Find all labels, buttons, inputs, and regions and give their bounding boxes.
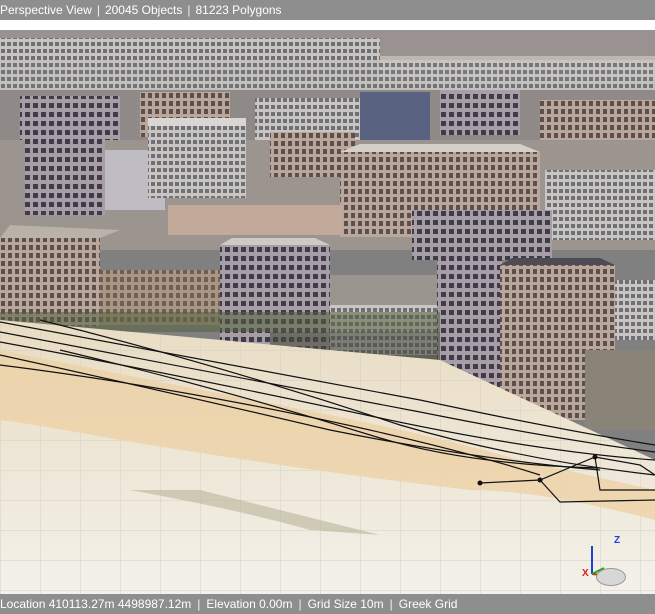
separator: | [187,3,191,17]
compass-icon[interactable] [596,568,626,586]
building-far [0,38,380,60]
separator: | [197,597,201,611]
building [360,92,430,142]
elevation-readout: Elevation 0.00m [206,597,293,611]
z-axis-label: Z [614,535,621,546]
separator: | [96,3,100,17]
building [545,170,655,240]
grid-type-readout[interactable]: Greek Grid [399,594,458,614]
viewport-header: Perspective View | 20045 Objects | 81223 Pol… [0,0,655,20]
roof [340,144,540,152]
location-readout: Location 410113.27m 4498987.12m [0,597,192,611]
roof-flat [168,205,343,235]
view-name-label[interactable]: Perspective View [0,0,92,20]
x-axis-label: X [582,568,589,579]
building [615,280,655,340]
building-white [148,123,246,198]
separator: | [389,597,393,611]
scene-canvas[interactable] [0,20,655,594]
object-count-label: 20045 Objects [104,3,183,17]
polygon-count-label: 81223 Polygons [195,3,282,17]
separator: | [298,597,302,611]
roof [220,238,330,245]
grid-size-readout[interactable]: Grid Size 10m [308,594,384,614]
building [412,210,552,260]
status-bar: Location 410113.27m 4498987.12m | Elevatio… [0,594,655,614]
building-corner [585,350,655,430]
building [440,90,520,135]
perspective-viewport[interactable] [0,20,655,594]
roof [148,118,246,126]
building-block-tall [25,140,105,215]
axis-gizmo: Z X [578,534,638,586]
roof [500,258,615,265]
3d-editor-window: Perspective View | 20045 Objects | 81223 Pol… [0,0,655,614]
